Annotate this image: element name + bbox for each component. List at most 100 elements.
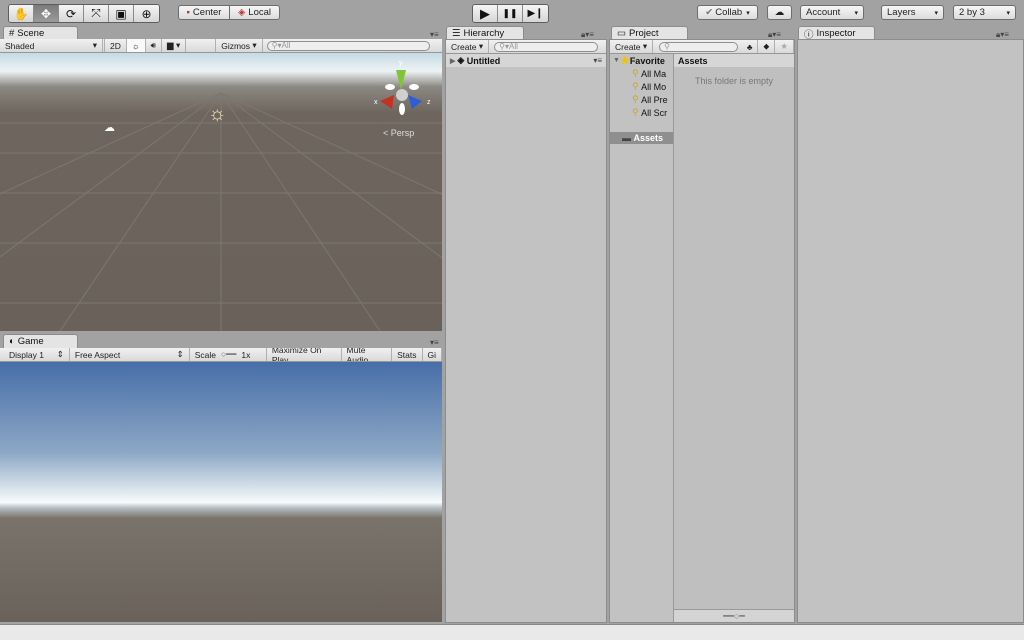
play-button[interactable]: ▶ <box>473 5 498 22</box>
scene-menu-icon[interactable]: ▾≡ <box>593 56 602 65</box>
scene-tab-label: Scene <box>17 28 45 39</box>
hierarchy-search-input[interactable]: ⚲▾ All <box>494 41 599 52</box>
hierarchy-toolbar: Create ▾ ⚲▾ All <box>446 40 606 54</box>
project-tree: ▼ ★ Favorite ⚲ All Ma ⚲ All Mo ⚲ All Pre ⚲… <box>610 54 673 622</box>
search-icon: ⚲ <box>632 107 639 117</box>
pivot-local-button[interactable]: ◈ Local <box>229 5 280 20</box>
search-placeholder: All <box>509 42 518 51</box>
maximize-on-play-toggle[interactable]: Maximize On Play <box>267 348 342 361</box>
aspect-label: Free Aspect <box>74 349 121 360</box>
stats-toggle[interactable]: Stats <box>392 348 423 361</box>
favorite-item[interactable]: ⚲ All Pre <box>610 93 673 106</box>
scale-slider[interactable]: Scale ○━━ 1x <box>190 348 267 361</box>
favorite-item[interactable]: ⚲ All Ma <box>610 67 673 80</box>
game-view[interactable] <box>0 362 442 622</box>
scene-search-input[interactable]: ⚲▾ All <box>266 40 430 51</box>
game-gizmos-toggle[interactable]: Gi <box>423 348 442 361</box>
layout-dropdown[interactable]: 2 by 3 ▾ <box>953 5 1016 20</box>
filter-type-button[interactable]: ♣ <box>742 40 759 53</box>
account-dropdown[interactable]: Account ▾ <box>800 5 864 20</box>
effects-dropdown[interactable]: ▆ ▾ <box>162 39 187 52</box>
display-dropdown[interactable]: Display 1 ⇕ <box>4 348 70 361</box>
pause-button[interactable]: ❚❚ <box>498 5 523 22</box>
transform-tool-button[interactable]: ⊕ <box>134 5 159 22</box>
chevron-down-icon: ▾ <box>746 9 750 17</box>
check-icon: ✔ <box>705 7 714 18</box>
hierarchy-tab-label: Hierarchy <box>463 28 505 39</box>
project-content: Assets This folder is empty ━━○━ <box>673 54 794 622</box>
persp-label[interactable]: < Persp <box>383 128 414 138</box>
display-label: Display 1 <box>9 349 44 360</box>
move-tool-button[interactable]: ✥ <box>34 5 59 22</box>
scale-value: 1x <box>241 349 251 360</box>
status-bar <box>0 624 1024 640</box>
hierarchy-panel: Create ▾ ⚲▾ All ▶ ◈ Untitled ▾≡ <box>445 39 607 623</box>
project-create-dropdown[interactable]: Create ▾ <box>610 40 654 53</box>
scene-name: Untitled <box>466 55 501 66</box>
orientation-gizmo[interactable]: y x z <box>372 60 436 121</box>
favorites-item[interactable]: ▼ ★ Favorite <box>610 54 673 67</box>
search-icon: ⚲▾ <box>271 41 282 50</box>
tab-hierarchy[interactable]: ☰ Hierarchy <box>446 26 524 40</box>
layers-dropdown[interactable]: Layers ▾ <box>881 5 944 20</box>
assets-folder-item[interactable]: ▬ Assets <box>610 132 673 144</box>
hierarchy-create-dropdown[interactable]: Create ▾ <box>446 40 490 53</box>
cube-icon: ◈ <box>237 7 246 18</box>
camera-icon[interactable]: ☁ <box>104 121 115 134</box>
scene-root-item[interactable]: ▶ ◈ Untitled ▾≡ <box>446 54 606 67</box>
icon-size-slider[interactable]: ━━○━ <box>674 609 794 622</box>
updown-icon: ⇕ <box>176 349 184 359</box>
lighting-toggle[interactable]: ☼ <box>126 39 146 52</box>
favorite-item[interactable]: ⚲ All Scr <box>610 106 673 119</box>
create-label: Create <box>451 41 477 52</box>
game-icon: ◐ <box>9 336 15 347</box>
tab-project[interactable]: ▭ Project <box>611 26 688 40</box>
axis-y-label: y <box>399 60 403 67</box>
game-tab-label: Game <box>17 336 44 347</box>
scale-tool-button[interactable]: ⤧ <box>84 5 109 22</box>
favorites-label: Favorite <box>629 55 665 66</box>
axis-gizmo-icon <box>380 70 422 115</box>
inspector-tab-label: Inspector <box>816 28 856 39</box>
slider-handle[interactable]: ○━━ <box>221 349 236 360</box>
gizmos-dropdown[interactable]: Gizmos ▾ <box>216 39 263 52</box>
panel-menu-icon[interactable]: ▾≡ <box>430 338 439 347</box>
filter-label-button[interactable]: ⬥ <box>758 40 776 53</box>
audio-toggle[interactable]: 🔊︎ <box>146 39 163 52</box>
scene-toolbar: Shaded ▾ 2D ☼ 🔊︎ ▆ ▾ Gizmos ▾ ⚲▾ All <box>0 39 442 53</box>
assets-label: Assets <box>633 133 664 143</box>
rotate-tool-button[interactable]: ⟳ <box>59 5 84 22</box>
favorite-button[interactable]: ★ <box>775 40 794 53</box>
tab-game[interactable]: ◐ Game <box>3 334 78 348</box>
project-tab-label: Project <box>628 28 659 39</box>
favorite-item[interactable]: ⚲ All Mo <box>610 80 673 93</box>
aspect-dropdown[interactable]: Free Aspect ⇕ <box>70 348 190 361</box>
panel-menu-icon[interactable]: ▾≡ <box>430 30 439 39</box>
collab-dropdown[interactable]: ✔ Collab ▾ <box>697 5 758 20</box>
project-toolbar: Create ▾ ⚲ ♣ ⬥ ★ <box>610 40 794 54</box>
tab-scene[interactable]: # Scene <box>3 26 78 40</box>
folder-icon: ▬ <box>622 133 631 143</box>
hand-tool-button[interactable]: ✋ <box>9 5 34 22</box>
tab-inspector[interactable]: ⓘ Inspector <box>798 26 875 41</box>
breadcrumb[interactable]: Assets <box>674 54 794 67</box>
favorite-label: All Scr <box>641 107 668 118</box>
persp-text: Persp <box>390 128 415 138</box>
rect-tool-button[interactable]: ▣ <box>109 5 134 22</box>
pivot-center-button[interactable]: ▪ Center <box>178 5 230 20</box>
directional-light-icon[interactable]: ☼ <box>208 103 226 126</box>
cloud-button[interactable]: ☁ <box>767 5 792 20</box>
layout-label: 2 by 3 <box>959 7 985 18</box>
tag-icon: ⬥ <box>763 41 770 51</box>
cloud-icon: ☁ <box>774 7 785 18</box>
step-button[interactable]: ▶❙ <box>523 5 548 22</box>
scene-view[interactable]: ☼ ☁ y x z < Persp <box>0 53 442 331</box>
expand-arrow-icon[interactable]: ▼ <box>613 57 620 64</box>
2d-toggle[interactable]: 2D <box>105 39 127 52</box>
search-placeholder: All <box>281 41 291 50</box>
project-search-input[interactable]: ⚲ <box>659 41 738 52</box>
pivot-label: Center <box>192 7 222 18</box>
chevron-down-icon: ▾ <box>854 9 858 17</box>
shading-dropdown[interactable]: Shaded ▾ <box>0 39 103 52</box>
mute-audio-toggle[interactable]: Mute Audio <box>342 348 393 361</box>
